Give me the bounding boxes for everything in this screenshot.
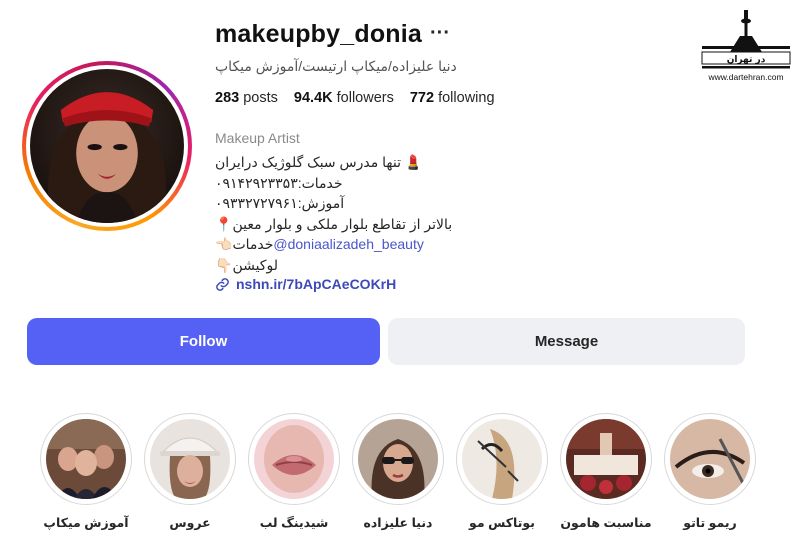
link-text: nshn.ir/7bApCAeCOKrH (236, 276, 397, 292)
profile-bio: تنها مدرس سبک گلوژیک درایران 💄 خدمات:۰۹۱… (215, 152, 452, 275)
following-label: following (438, 90, 495, 106)
posts-count: 283 (215, 90, 240, 106)
profile-username: makeupby_donia (215, 20, 423, 48)
highlight-item[interactable]: شیدینگ لب (248, 413, 340, 530)
bio-mention-link[interactable]: @doniaalizadeh_beauty (273, 236, 423, 252)
highlight-item[interactable]: عروس (144, 413, 236, 530)
highlight-ring (456, 413, 548, 505)
highlight-thumbnail (46, 419, 126, 499)
highlight-ring (664, 413, 756, 505)
highlight-label: دنیا علیزاده (363, 516, 433, 530)
watermark-brand: در تهران (727, 55, 766, 65)
highlight-item[interactable]: ریمو تاتو (664, 413, 756, 530)
highlight-ring (40, 413, 132, 505)
profile-full-name: دنیا علیزاده/میکاپ ارتیست/آموزش میکاپ (215, 58, 457, 74)
message-button[interactable]: Message (388, 318, 745, 365)
bio-line: تنها مدرس سبک گلوژیک درایران 💄 (215, 154, 423, 170)
posts-stat[interactable]: 283 posts (215, 90, 278, 106)
highlight-label: مناسبت هامون (560, 516, 652, 530)
highlight-item[interactable]: بوتاکس مو (456, 413, 548, 530)
profile-avatar-frame (26, 65, 188, 227)
link-icon (216, 277, 229, 291)
highlight-ring (352, 413, 444, 505)
highlight-thumbnail (670, 419, 750, 499)
posts-label: posts (243, 90, 278, 106)
highlight-label: عروس (169, 516, 211, 530)
profile-stats: 283 posts 94.4K followers 772 following (215, 90, 495, 106)
watermark-url: www.dartehran.com (708, 72, 784, 82)
bio-line: آموزش:۰۹۳۳۲۷۲۷۹۶۱ (215, 195, 345, 211)
highlight-thumbnail (566, 419, 646, 499)
highlight-ring (248, 413, 340, 505)
follow-button[interactable]: Follow (27, 318, 380, 365)
highlight-ring (144, 413, 236, 505)
highlight-label: بوتاکس مو (469, 516, 535, 530)
highlight-item[interactable]: دنیا علیزاده (352, 413, 444, 530)
profile-avatar-ring[interactable] (22, 61, 192, 231)
profile-avatar (30, 69, 184, 223)
highlight-item[interactable]: مناسبت هامون (560, 413, 652, 530)
highlight-thumbnail (462, 419, 542, 499)
highlight-label: ریمو تاتو (683, 516, 737, 530)
followers-count: 94.4K (293, 90, 333, 106)
profile-category: Makeup Artist (215, 130, 300, 146)
bio-line: 📍بالاتر از تقاطع بلوار ملکی و بلوار معین (215, 215, 453, 232)
bio-line: 👇🏻لوکیشن (215, 256, 278, 273)
highlight-label: شیدینگ لب (259, 516, 329, 530)
bio-line: خدمات:۰۹۱۴۲۹۲۳۳۵۳ (215, 174, 343, 191)
highlight-item[interactable]: آموزش میکاپ (40, 413, 132, 530)
highlight-thumbnail (150, 419, 230, 499)
followers-stat[interactable]: 94.4K followers (294, 90, 394, 106)
bio-line: 👈🏻خدمات@doniaalizadeh_beauty (215, 234, 452, 255)
more-options-icon[interactable]: ··· (430, 22, 450, 45)
highlight-thumbnail (358, 419, 438, 499)
bio-text: 👈🏻خدمات (215, 236, 274, 252)
following-count: 772 (409, 90, 435, 106)
following-stat[interactable]: 772 following (410, 90, 495, 106)
followers-label: followers (336, 90, 394, 106)
profile-external-link[interactable]: nshn.ir/7bApCAeCOKrH (215, 276, 396, 292)
highlight-thumbnail (254, 419, 334, 499)
highlight-label: آموزش میکاپ (43, 516, 129, 530)
highlight-ring (560, 413, 652, 505)
